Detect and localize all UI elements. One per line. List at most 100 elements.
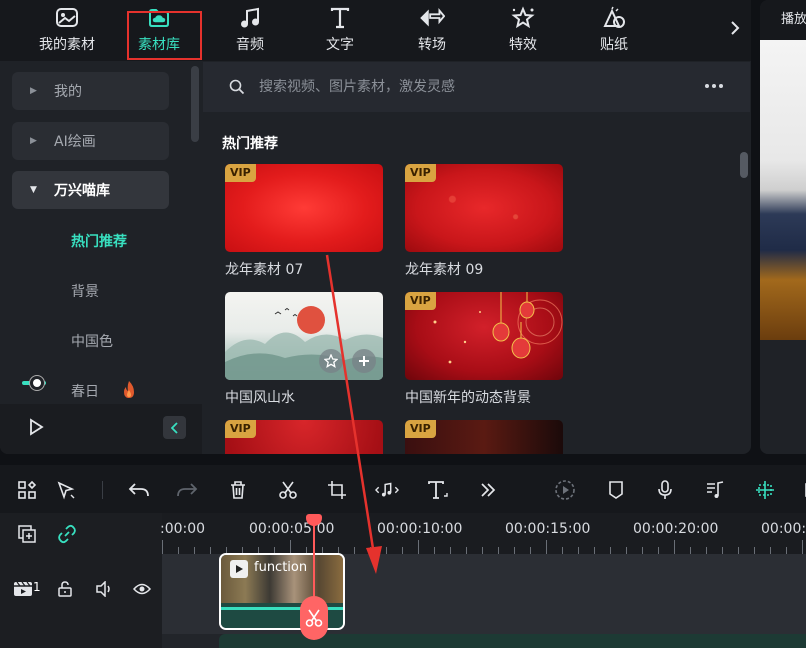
snap-button[interactable] [753, 478, 777, 502]
ruler-time-label: 00:00:20:00 [633, 521, 719, 537]
ruler-time-label: 00:00:2 [761, 521, 806, 537]
hide-track-button[interactable] [131, 578, 153, 600]
more-tools-button[interactable] [476, 478, 500, 502]
media-card[interactable]: VIP 龙年素材 09 [405, 164, 563, 279]
ruler-tick [402, 547, 403, 554]
grid-icon [18, 480, 37, 499]
preview-video [760, 40, 806, 340]
media-card[interactable]: VIP 中国新年的动态背景 [405, 292, 563, 407]
ruler-time-label: 00:00:10:00 [377, 521, 463, 537]
mute-track-button[interactable] [93, 578, 115, 600]
cursor-icon [57, 481, 75, 500]
caret-right-icon: ▶ [30, 136, 37, 146]
media-card[interactable]: VIP [225, 420, 383, 454]
play-button[interactable] [28, 418, 48, 438]
tab-label: 我的素材 [39, 37, 95, 53]
ruler-time-label: 00:00:05:00 [249, 521, 335, 537]
ruler-tick [498, 547, 499, 554]
add-track-icon [18, 525, 36, 543]
subcategory-spring[interactable]: 春日 [71, 381, 99, 401]
tab-label: 贴纸 [600, 37, 628, 53]
library-panel: 我的素材 素材库 音频 文字 转场 特效 贴纸 ▶ 我的 ▶ AI绘画 ▼ 万兴… [0, 0, 751, 454]
top-tab-bar: 我的素材 素材库 音频 文字 转场 特效 贴纸 [0, 0, 751, 61]
add-track-button[interactable] [15, 522, 39, 546]
playhead-split-button[interactable] [300, 596, 328, 640]
ruler-tick [722, 547, 723, 554]
ruler-tick [530, 547, 531, 554]
split-button[interactable] [276, 478, 300, 502]
dot-icon [719, 84, 723, 88]
add-text-button[interactable] [426, 478, 450, 502]
audio-track-button[interactable] [703, 478, 727, 502]
media-thumbnail [225, 292, 383, 380]
tab-transition[interactable]: 转场 [394, 4, 470, 58]
media-card[interactable]: VIP [405, 420, 563, 454]
tab-sticker[interactable]: 贴纸 [576, 4, 652, 58]
redo-icon [177, 483, 198, 497]
media-card-label: 龙年素材 07 [225, 262, 304, 278]
chevron-left-icon [170, 421, 178, 434]
category-wondershare-miao[interactable]: ▼ 万兴喵库 [12, 171, 169, 209]
ruler-tick [626, 547, 627, 554]
ruler-tick [434, 547, 435, 554]
timeline-extra-button[interactable] [797, 478, 806, 502]
search-icon [229, 79, 245, 95]
music-note-icon [237, 5, 263, 31]
media-card[interactable]: 中国风山水 [225, 292, 383, 407]
category-label: AI绘画 [54, 134, 96, 150]
favorite-button[interactable] [319, 349, 343, 373]
playback-progress-handle[interactable] [30, 376, 44, 390]
link-toggle-button[interactable] [55, 522, 79, 546]
select-tool-button[interactable] [54, 478, 78, 502]
caret-right-icon: ▶ [30, 86, 37, 96]
ruler-tick [594, 547, 595, 554]
more-options-button[interactable] [700, 76, 728, 96]
delete-button[interactable] [226, 478, 250, 502]
ruler-tick [738, 547, 739, 554]
ruler-tick [162, 540, 163, 554]
clip-title: function [254, 560, 308, 575]
search-bar [203, 62, 750, 112]
category-my[interactable]: ▶ 我的 [12, 72, 169, 110]
tabs-scroll-right-button[interactable] [724, 14, 746, 42]
track-number: 1 [33, 580, 41, 594]
preview-tab[interactable]: 播放 [781, 8, 806, 27]
undo-icon [128, 483, 149, 497]
fire-icon [120, 380, 138, 400]
section-title: 热门推荐 [222, 136, 278, 152]
redo-button[interactable] [175, 478, 199, 502]
add-to-timeline-button[interactable] [352, 349, 376, 373]
tab-my-media[interactable]: 我的素材 [29, 4, 105, 58]
media-card-label: 中国新年的动态背景 [405, 390, 531, 406]
undo-button[interactable] [127, 478, 151, 502]
speaker-icon [96, 581, 110, 597]
audio-adjust-button[interactable] [375, 478, 399, 502]
trash-icon [231, 481, 245, 499]
category-ai-painting[interactable]: ▶ AI绘画 [12, 122, 169, 160]
ruler-tick [706, 547, 707, 554]
ruler-tick [658, 547, 659, 554]
tab-effects[interactable]: 特效 [485, 4, 561, 58]
subcategory-hot[interactable]: 热门推荐 [71, 231, 127, 251]
tab-audio[interactable]: 音频 [212, 4, 288, 58]
category-scrollbar[interactable] [191, 66, 199, 142]
layout-grid-button[interactable] [15, 478, 39, 502]
tab-text[interactable]: 文字 [302, 4, 378, 58]
media-card[interactable]: VIP 龙年素材 07 [225, 164, 383, 279]
grid-scrollbar[interactable] [740, 152, 748, 178]
render-preview-button[interactable] [553, 478, 577, 502]
vip-badge: VIP [225, 164, 256, 182]
search-input[interactable] [259, 76, 689, 98]
voiceover-button[interactable] [653, 478, 677, 502]
ruler-tick [786, 547, 787, 554]
crop-button[interactable] [325, 478, 349, 502]
collapse-sidebar-button[interactable] [163, 416, 186, 439]
marker-button[interactable] [604, 478, 628, 502]
ruler-tick [802, 540, 803, 554]
subcategory-background[interactable]: 背景 [71, 281, 99, 301]
category-sidebar: ▶ 我的 ▶ AI绘画 ▼ 万兴喵库 [0, 61, 202, 454]
lock-track-button[interactable] [54, 578, 76, 600]
ruler-tick [770, 547, 771, 554]
subcategory-chinese-color[interactable]: 中国色 [71, 331, 113, 351]
ruler-tick [386, 547, 387, 554]
